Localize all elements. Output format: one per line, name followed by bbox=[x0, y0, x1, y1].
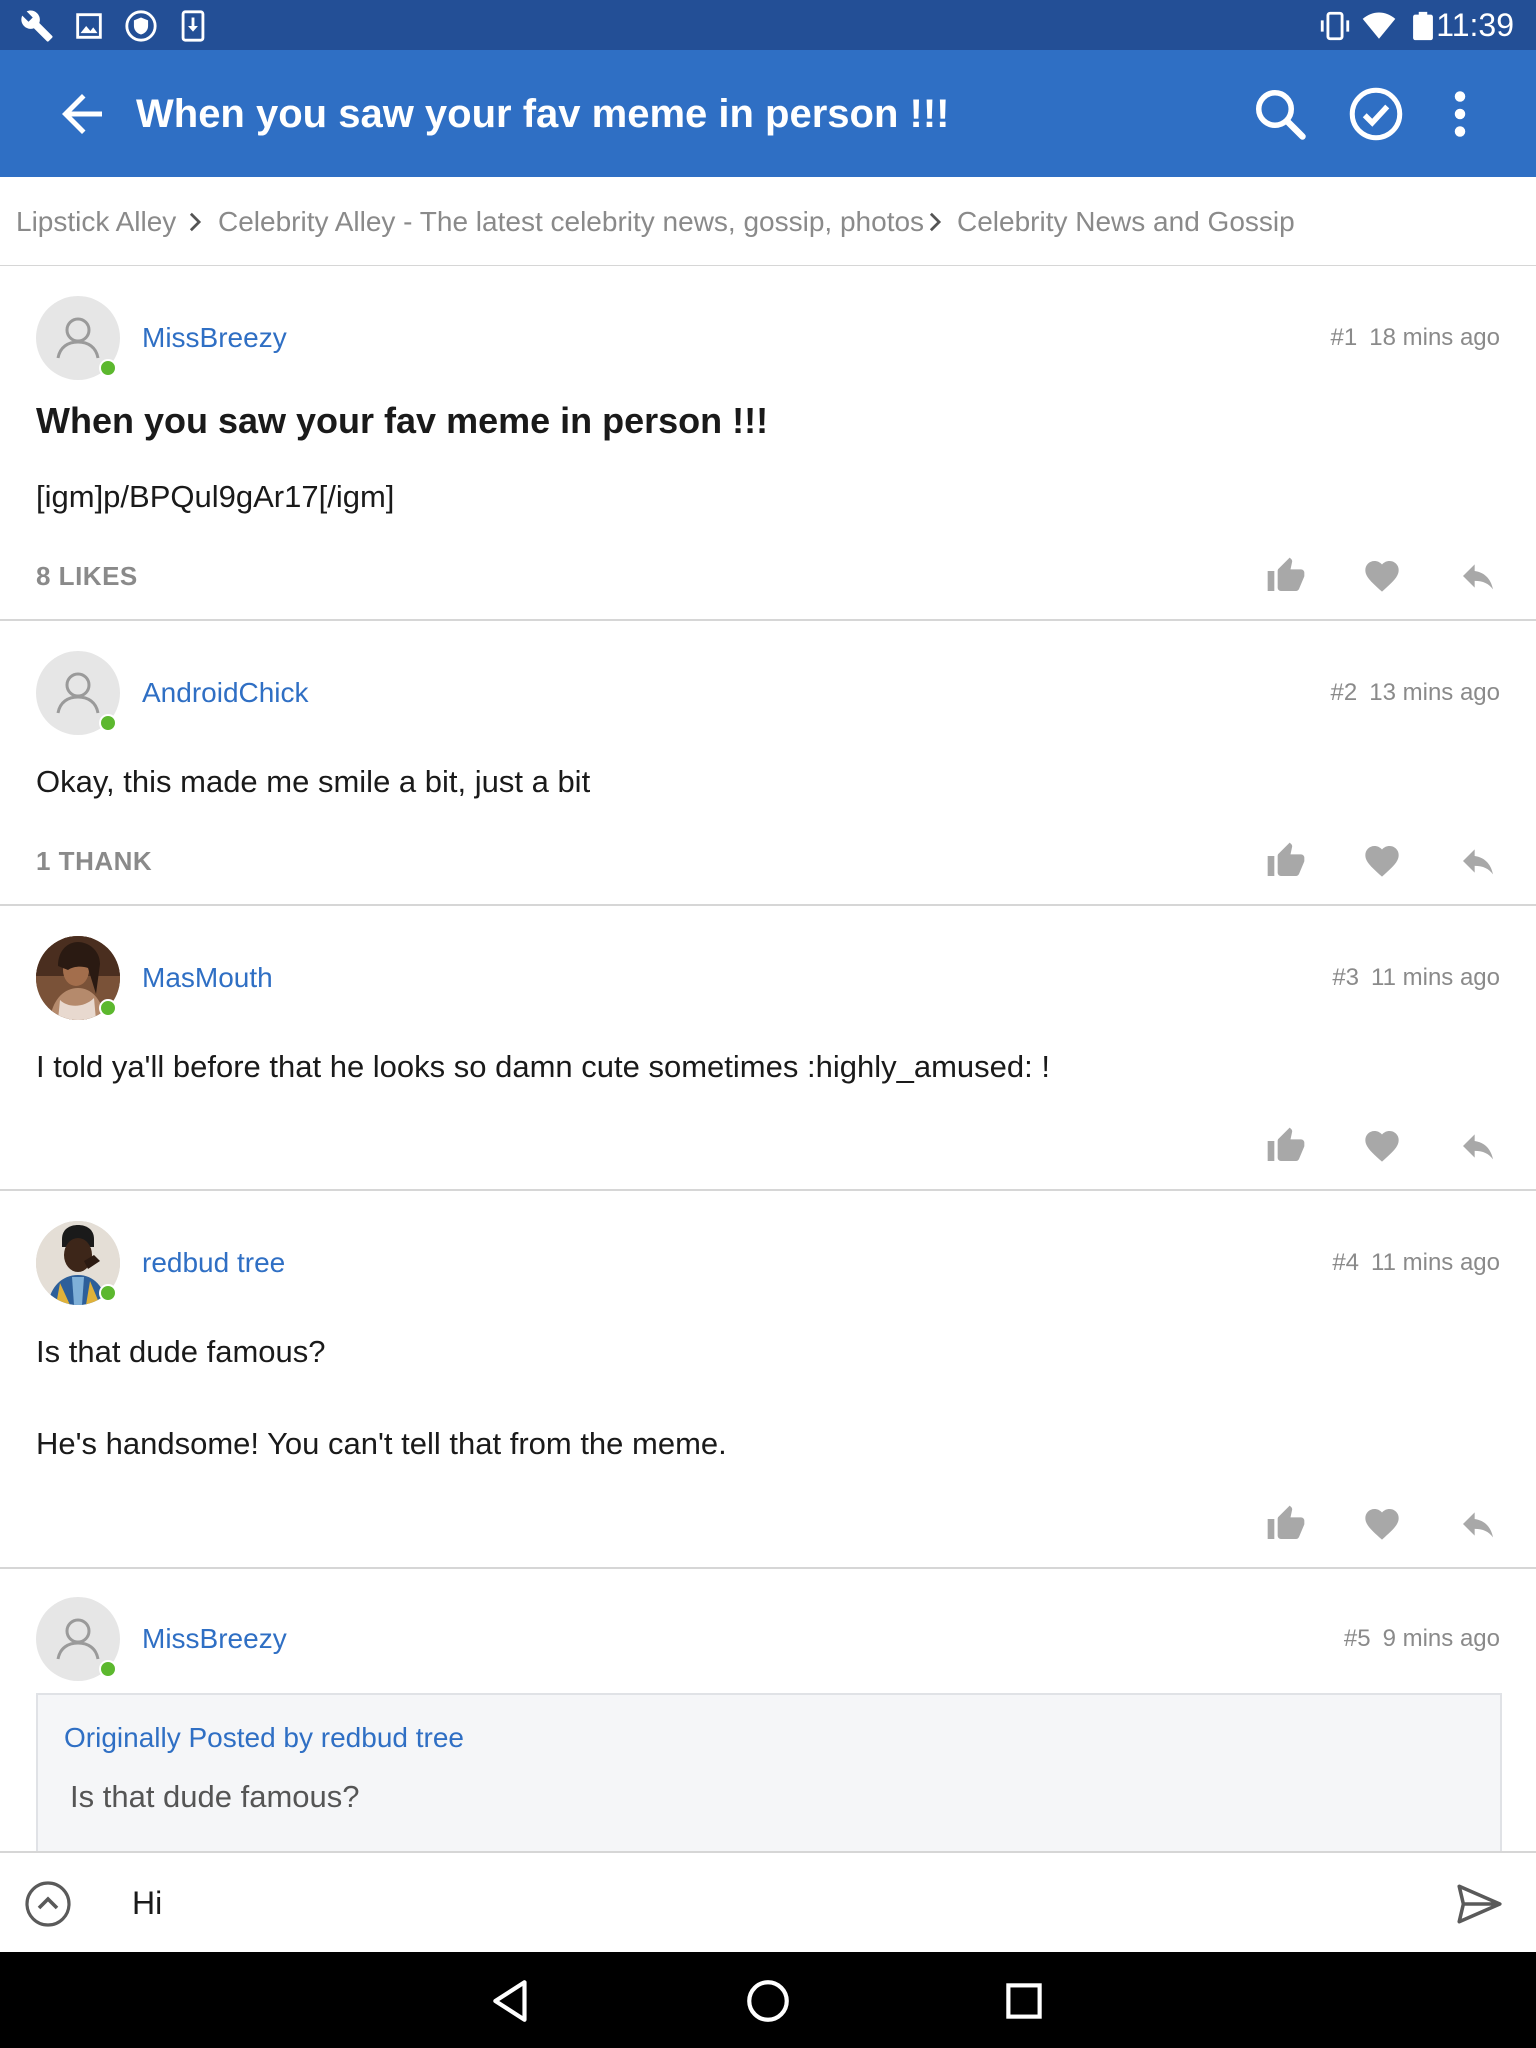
home-circle-icon[interactable] bbox=[743, 1976, 793, 2026]
post-time: 11 mins ago bbox=[1371, 964, 1500, 991]
post-body: Is that dude famous? bbox=[36, 1334, 326, 1369]
username[interactable]: redbud tree bbox=[142, 1246, 285, 1280]
search-icon[interactable] bbox=[1250, 84, 1310, 144]
post: MissBreezy #5 9 mins ago Originally Poste… bbox=[0, 1569, 1536, 1851]
battery-icon bbox=[1413, 11, 1433, 41]
avatar[interactable] bbox=[36, 936, 120, 1020]
system-nav-bar bbox=[0, 1952, 1536, 2048]
online-indicator bbox=[99, 714, 117, 732]
reply-icon[interactable] bbox=[1458, 841, 1498, 881]
wifi-icon bbox=[1362, 12, 1396, 39]
username[interactable]: MissBreezy bbox=[142, 1622, 287, 1656]
post-time: 9 mins ago bbox=[1382, 1625, 1500, 1652]
recents-square-icon[interactable] bbox=[999, 1976, 1049, 2026]
image-icon bbox=[76, 13, 102, 39]
post-time: 13 mins ago bbox=[1369, 679, 1500, 706]
heart-icon[interactable] bbox=[1362, 556, 1402, 596]
reply-icon[interactable] bbox=[1458, 1126, 1498, 1166]
post: AndroidChick #2 13 mins ago Okay, this ma… bbox=[0, 621, 1536, 906]
post-time: 11 mins ago bbox=[1371, 1249, 1500, 1276]
reply-bar bbox=[0, 1851, 1536, 1954]
post-meta: #4 11 mins ago bbox=[1332, 1248, 1500, 1278]
likes-count[interactable]: 8 LIKES bbox=[36, 560, 138, 592]
online-indicator bbox=[99, 999, 117, 1017]
post-number[interactable]: #4 bbox=[1332, 1249, 1359, 1276]
username[interactable]: MissBreezy bbox=[142, 321, 287, 355]
post-number[interactable]: #1 bbox=[1331, 324, 1358, 351]
post: MasMouth #3 11 mins ago I told ya'll befo… bbox=[0, 906, 1536, 1191]
check-circle-icon[interactable] bbox=[1346, 84, 1406, 144]
online-indicator bbox=[99, 1284, 117, 1302]
breadcrumb-item[interactable]: Celebrity News and Gossip bbox=[957, 205, 1295, 239]
avatar[interactable] bbox=[36, 296, 120, 380]
post-meta: #2 13 mins ago bbox=[1331, 678, 1500, 708]
online-indicator bbox=[99, 359, 117, 377]
breadcrumb: Lipstick Alley Celebrity Alley - The lat… bbox=[0, 177, 1536, 267]
breadcrumb-item[interactable]: Lipstick Alley bbox=[16, 205, 176, 239]
back-triangle-icon[interactable] bbox=[487, 1976, 537, 2026]
post-number[interactable]: #3 bbox=[1332, 964, 1359, 991]
wrench-icon bbox=[21, 10, 53, 42]
likes-count[interactable]: 1 THANK bbox=[36, 845, 152, 877]
post-meta: #1 18 mins ago bbox=[1331, 323, 1500, 353]
avatar[interactable] bbox=[36, 651, 120, 735]
heart-icon[interactable] bbox=[1362, 1504, 1402, 1544]
post-number[interactable]: #5 bbox=[1344, 1625, 1371, 1652]
post-body: Okay, this made me smile a bit, just a b… bbox=[36, 764, 591, 799]
chevron-right-icon bbox=[929, 212, 942, 232]
shield-icon bbox=[125, 10, 157, 42]
post-body: He's handsome! You can't tell that from … bbox=[36, 1426, 727, 1461]
username[interactable]: MasMouth bbox=[142, 961, 273, 995]
reply-icon[interactable] bbox=[1458, 1504, 1498, 1544]
quote-text: Is that dude famous? bbox=[70, 1779, 360, 1814]
send-icon[interactable] bbox=[1454, 1879, 1504, 1929]
expand-up-icon[interactable] bbox=[24, 1880, 72, 1928]
breadcrumb-item[interactable]: Celebrity Alley - The latest celebrity n… bbox=[218, 205, 924, 239]
heart-icon[interactable] bbox=[1362, 841, 1402, 881]
post: redbud tree #4 11 mins ago Is that dude f… bbox=[0, 1191, 1536, 1569]
chevron-right-icon bbox=[189, 212, 202, 232]
quote-author-link[interactable]: Originally Posted by redbud tree bbox=[64, 1721, 464, 1755]
online-indicator bbox=[99, 1660, 117, 1678]
post-time: 18 mins ago bbox=[1369, 324, 1500, 351]
thumbs-up-icon[interactable] bbox=[1266, 841, 1306, 881]
page-title: When you saw your fav meme in person !!! bbox=[136, 92, 950, 136]
post-meta: #3 11 mins ago bbox=[1332, 963, 1500, 993]
back-arrow-icon[interactable] bbox=[52, 84, 112, 144]
post-title: When you saw your fav meme in person !!! bbox=[36, 400, 769, 441]
post: MissBreezy #1 18 mins ago When you saw yo… bbox=[0, 266, 1536, 621]
thumbs-up-icon[interactable] bbox=[1266, 1126, 1306, 1166]
download-icon bbox=[181, 10, 205, 42]
post-body: I told ya'll before that he looks so dam… bbox=[36, 1049, 1050, 1084]
reply-icon[interactable] bbox=[1458, 556, 1498, 596]
status-bar: 11:39 bbox=[0, 0, 1536, 50]
avatar[interactable] bbox=[36, 1221, 120, 1305]
app-bar: When you saw your fav meme in person !!! bbox=[0, 50, 1536, 177]
avatar[interactable] bbox=[36, 1597, 120, 1681]
reply-input[interactable] bbox=[112, 1875, 1442, 1931]
heart-icon[interactable] bbox=[1362, 1126, 1402, 1166]
post-body: [igm]p/BPQul9gAr17[/igm] bbox=[36, 479, 395, 514]
post-meta: #5 9 mins ago bbox=[1344, 1624, 1500, 1654]
thumbs-up-icon[interactable] bbox=[1266, 1504, 1306, 1544]
status-time: 11:39 bbox=[1436, 7, 1514, 43]
post-number[interactable]: #2 bbox=[1331, 679, 1358, 706]
vibrate-icon bbox=[1320, 11, 1350, 41]
username[interactable]: AndroidChick bbox=[142, 676, 309, 710]
more-vert-icon[interactable] bbox=[1430, 84, 1490, 144]
quote-block: Originally Posted by redbud tree Is that… bbox=[36, 1693, 1502, 1851]
thumbs-up-icon[interactable] bbox=[1266, 556, 1306, 596]
